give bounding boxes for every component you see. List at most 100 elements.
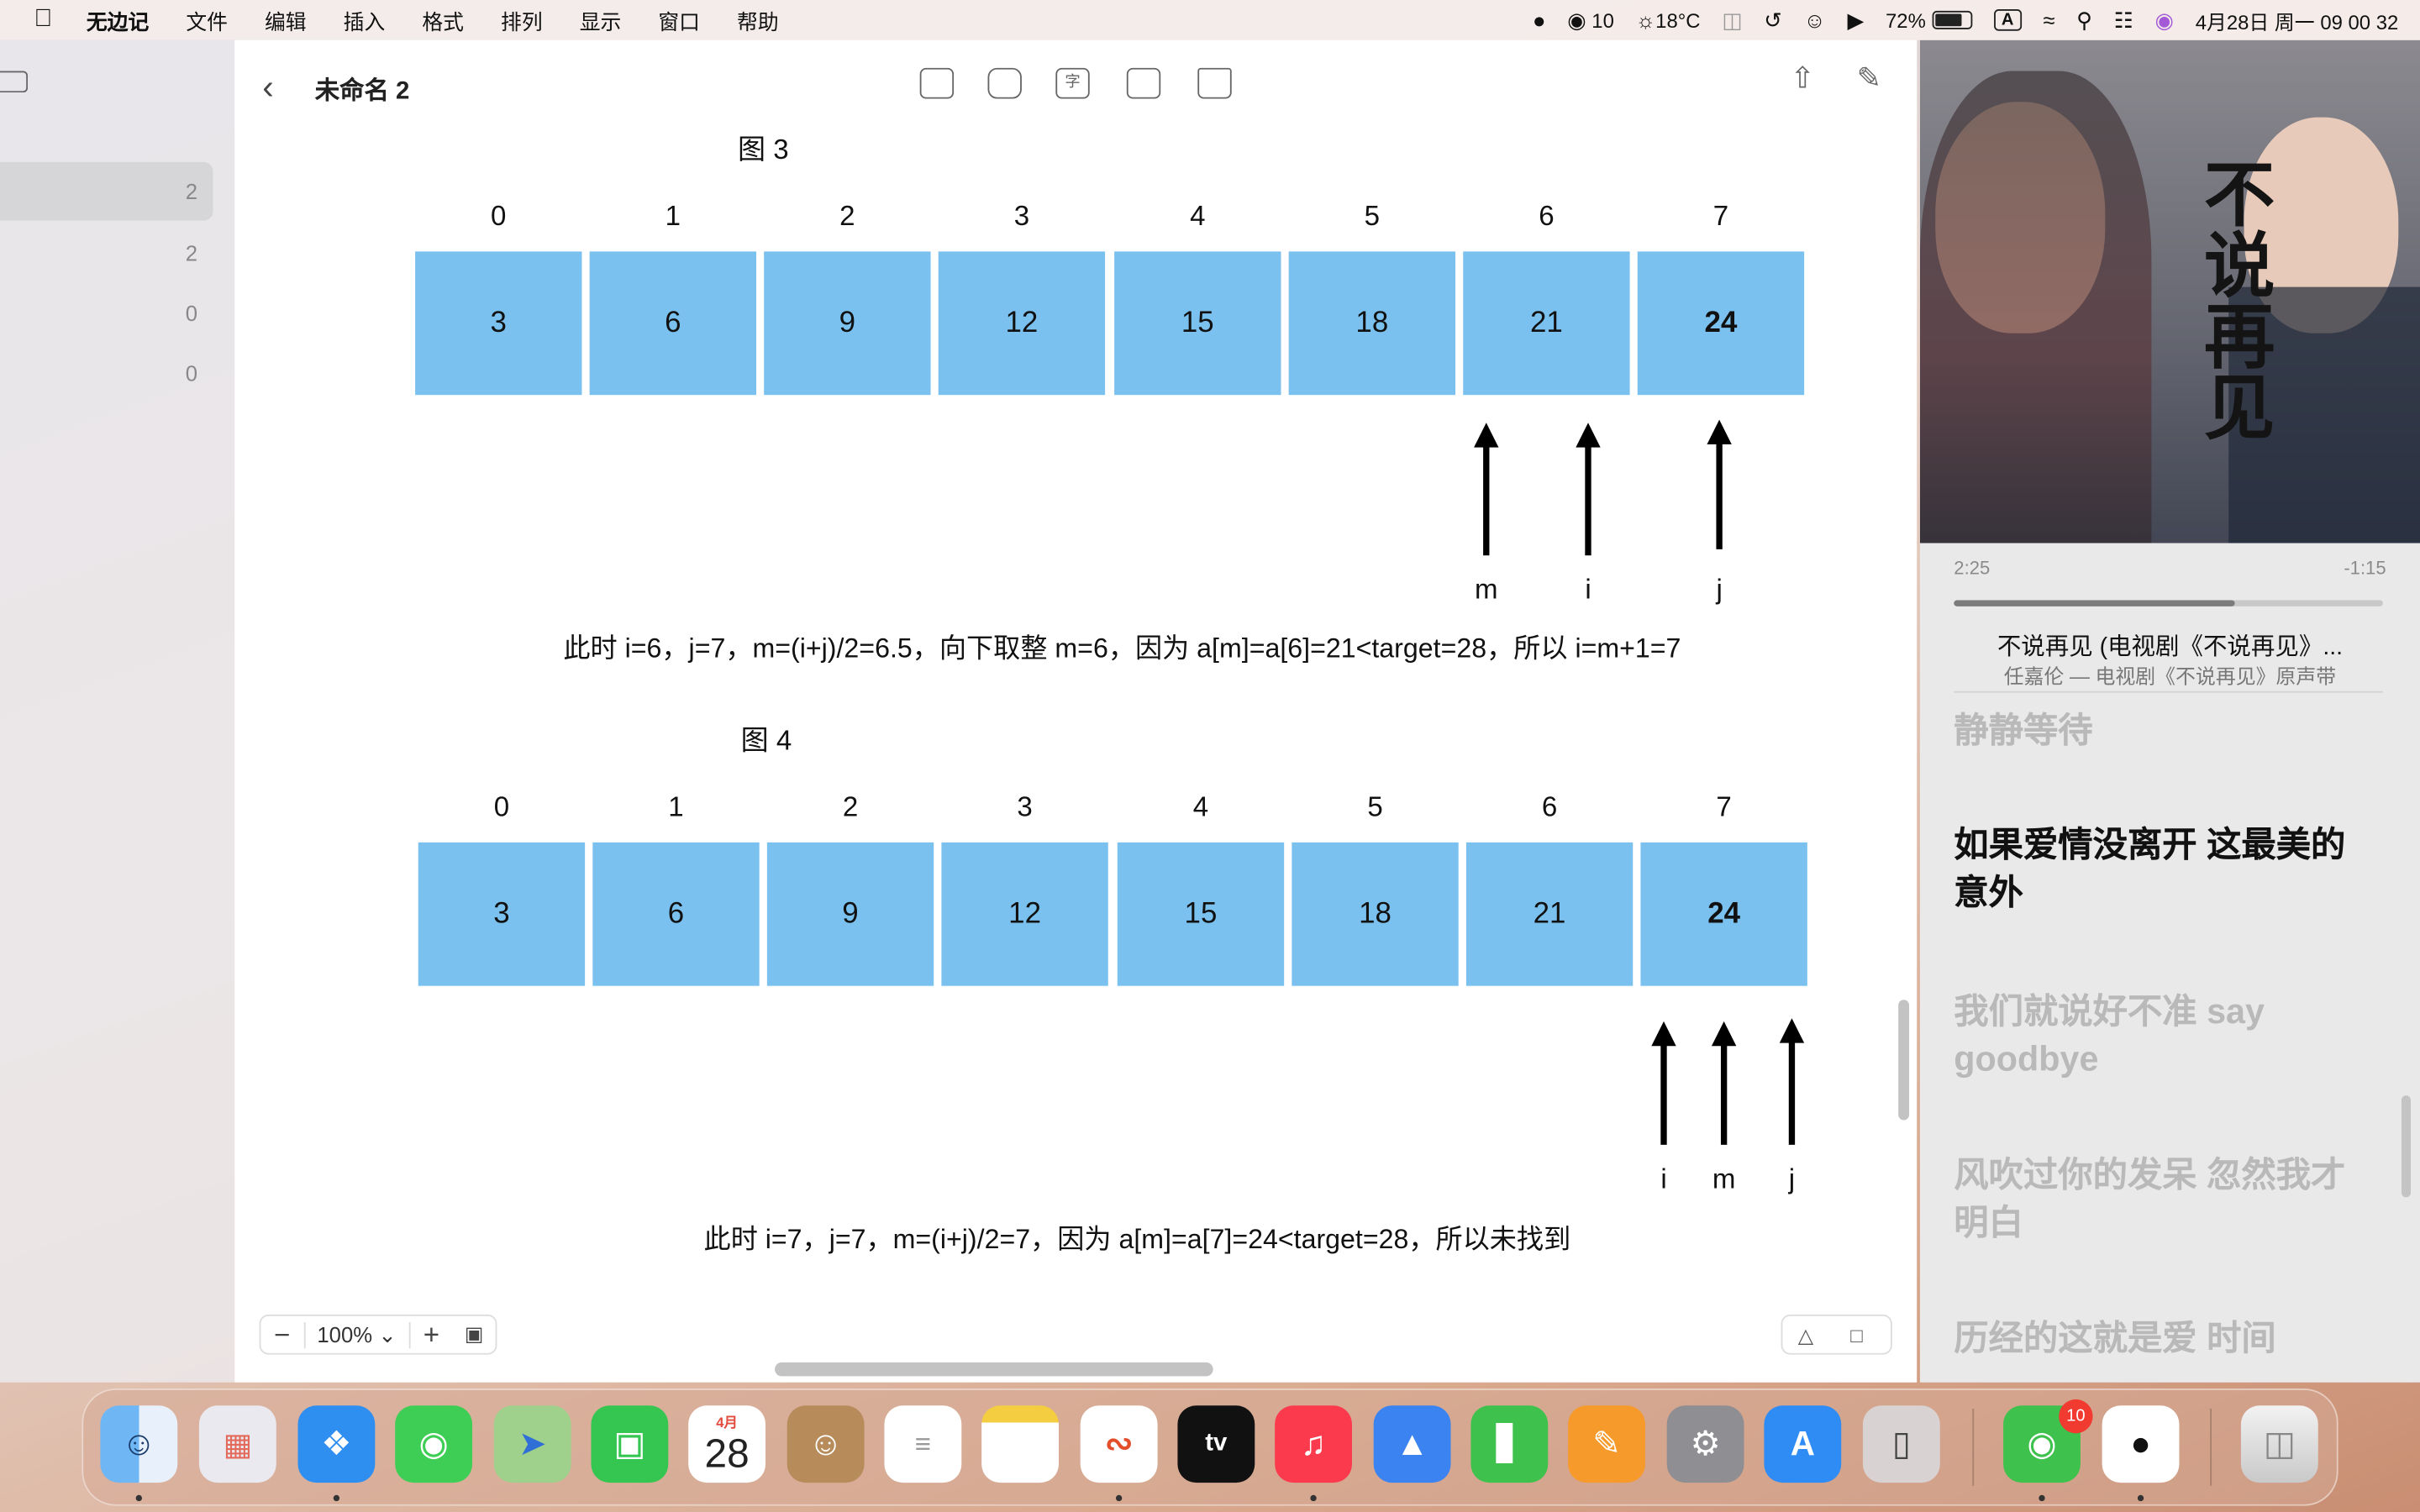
time-machine-icon[interactable]: ↺ <box>1764 7 1782 33</box>
array-cell[interactable]: 9 <box>766 842 934 986</box>
compose-icon[interactable]: ✎ <box>1857 61 1881 97</box>
menu-format[interactable]: 格式 <box>422 5 464 36</box>
trash-icon[interactable]: ◫ <box>2240 1405 2318 1483</box>
calendar-icon[interactable]: 4月 28 <box>688 1405 766 1483</box>
safari-icon[interactable]: ❖ <box>297 1405 376 1483</box>
launchpad-icon[interactable]: ▦ <box>198 1405 276 1483</box>
array-cell[interactable]: 12 <box>938 251 1106 396</box>
menu-arrange[interactable]: 排列 <box>501 5 543 36</box>
stage-manager-icon[interactable]: ◫ <box>1722 7 1742 33</box>
array-value: 12 <box>1005 306 1039 339</box>
connection-icon[interactable]: △ <box>1798 1324 1813 1348</box>
menu-bar:  无边记 文件 编辑 插入 格式 排列 显示 窗口 帮助 ● ◉ 10 ☼18… <box>0 0 2420 40</box>
vertical-scrollbar[interactable] <box>1898 1000 1910 1121</box>
pointer-arrow[interactable] <box>1651 1021 1676 1145</box>
lyric-line-current[interactable]: 如果爱情没离开 这最美的意外 <box>1954 821 2355 916</box>
sticky-note-icon[interactable] <box>919 67 955 99</box>
lyrics-scrollbar[interactable] <box>2401 1095 2411 1198</box>
search-icon[interactable]: ⚲ <box>2076 7 2092 33</box>
array-cell[interactable]: 15 <box>1117 842 1285 986</box>
array-cell[interactable]: 12 <box>941 842 1108 986</box>
sidebar-item[interactable]: 2 <box>0 223 213 282</box>
pointer-arrow[interactable] <box>1576 423 1601 556</box>
sidebar-item[interactable]: 0 <box>0 344 213 403</box>
facetime-icon[interactable]: ▣ <box>591 1405 669 1483</box>
clock[interactable]: 4月28日 周一 09 00 32 <box>2196 5 2399 34</box>
keynote-icon[interactable]: ▲ <box>1373 1405 1451 1483</box>
lyric-line[interactable]: 静静等待 <box>1954 706 2355 754</box>
sidebar-item[interactable]: 0 <box>0 284 213 343</box>
pointer-arrow[interactable] <box>1779 1018 1805 1145</box>
maps-icon[interactable]: ➤ <box>493 1405 571 1483</box>
menu-window[interactable]: 窗口 <box>658 5 700 36</box>
menu-app[interactable]: 无边记 <box>87 5 149 36</box>
system-settings-icon[interactable]: ⚙ <box>1666 1405 1744 1483</box>
folder-icon[interactable] <box>1197 67 1232 99</box>
zoom-out-button[interactable]: − <box>260 1318 303 1351</box>
siri-icon[interactable]: ◉ <box>2155 7 2174 33</box>
zoom-level-select[interactable]: 100% ⌄ <box>303 1321 411 1348</box>
reminders-icon[interactable]: ≡ <box>884 1405 962 1483</box>
zoom-in-button[interactable]: + <box>410 1318 453 1351</box>
menu-edit[interactable]: 编辑 <box>265 5 307 36</box>
qq-icon[interactable]: ● <box>2102 1405 2180 1483</box>
appletv-icon[interactable]: tv <box>1177 1405 1255 1483</box>
pointer-arrow[interactable] <box>1474 423 1499 556</box>
menu-file[interactable]: 文件 <box>186 5 228 36</box>
array-cell[interactable]: 15 <box>1114 251 1281 396</box>
messages-icon[interactable]: ◉ <box>395 1405 473 1483</box>
array-cell[interactable]: 6 <box>592 842 760 986</box>
notes-icon[interactable] <box>981 1405 1059 1483</box>
array-cell[interactable]: 24 <box>1640 842 1807 986</box>
media-icon[interactable] <box>1126 67 1161 99</box>
wifi-icon[interactable]: ≈ <box>2043 8 2054 32</box>
pointer-arrow[interactable] <box>1707 419 1732 549</box>
wechat-status[interactable]: ◉ 10 <box>1567 7 1614 33</box>
sidebar-item[interactable]: 2 <box>0 161 213 221</box>
share-icon[interactable]: ⇧ <box>1791 61 1815 97</box>
lyric-line[interactable]: 风吹过你的发呆 忽然我才明白 <box>1954 1151 2355 1247</box>
user-icon[interactable]: ☺ <box>1804 8 1826 32</box>
app-store-icon[interactable]: A <box>1764 1405 1842 1483</box>
array-cell[interactable]: 3 <box>415 251 582 396</box>
play-icon[interactable]: ▶ <box>1848 7 1865 33</box>
weather-status[interactable]: ☼18°C <box>1636 8 1701 32</box>
favorite-view-icon[interactable]: ▣ <box>453 1322 496 1347</box>
running-indicator <box>2039 1494 2045 1502</box>
input-method-icon[interactable]: A <box>1993 9 2022 31</box>
playback-progress[interactable] <box>1954 600 2383 606</box>
menu-help[interactable]: 帮助 <box>737 5 779 36</box>
menu-view[interactable]: 显示 <box>580 5 622 36</box>
pages-icon[interactable]: ✎ <box>1568 1405 1645 1483</box>
horizontal-scrollbar[interactable] <box>775 1362 1213 1377</box>
music-icon[interactable]: ♫ <box>1275 1405 1352 1483</box>
sidebar-toggle-icon[interactable] <box>0 71 29 93</box>
array-cell[interactable]: 9 <box>764 251 931 396</box>
array-cell[interactable]: 24 <box>1637 251 1805 396</box>
contacts-icon[interactable]: ☺ <box>786 1405 865 1483</box>
array-cell[interactable]: 21 <box>1463 251 1630 396</box>
finder-icon[interactable]: ☺ <box>100 1405 178 1483</box>
freeform-icon[interactable]: ∾ <box>1080 1405 1158 1483</box>
lyric-line[interactable]: 我们就说好不准 say goodbye <box>1954 988 2355 1084</box>
menu-insert[interactable]: 插入 <box>344 5 386 36</box>
back-chevron-icon[interactable]: ‹ <box>262 68 273 108</box>
array-cell[interactable]: 18 <box>1292 842 1459 986</box>
array-cell[interactable]: 6 <box>589 251 756 396</box>
lyric-line[interactable]: 历经的这就是爱 时间 <box>1954 1315 2355 1362</box>
pointer-arrow[interactable] <box>1711 1021 1737 1145</box>
shapes-icon[interactable] <box>987 67 1022 99</box>
iphone-mirroring-icon[interactable]: ▯ <box>1862 1405 1940 1483</box>
battery-status[interactable]: 72% <box>1886 8 1972 32</box>
array-cell[interactable]: 3 <box>418 842 586 986</box>
array-cell[interactable]: 21 <box>1465 842 1634 986</box>
song-artist: 任嘉伦 — 电视剧《不说再见》原声带 <box>2003 664 2337 689</box>
array-value: 6 <box>665 306 681 339</box>
text-box-icon[interactable]: 字 <box>1055 67 1090 99</box>
apple-menu-icon[interactable]:  <box>34 6 65 34</box>
numbers-icon[interactable]: ▋ <box>1470 1405 1549 1483</box>
minimap-icon[interactable]: □ <box>1850 1324 1862 1347</box>
control-center-icon[interactable]: ☷ <box>2114 7 2133 33</box>
qq-status-icon[interactable]: ● <box>1533 8 1546 32</box>
array-cell[interactable]: 18 <box>1288 251 1456 396</box>
